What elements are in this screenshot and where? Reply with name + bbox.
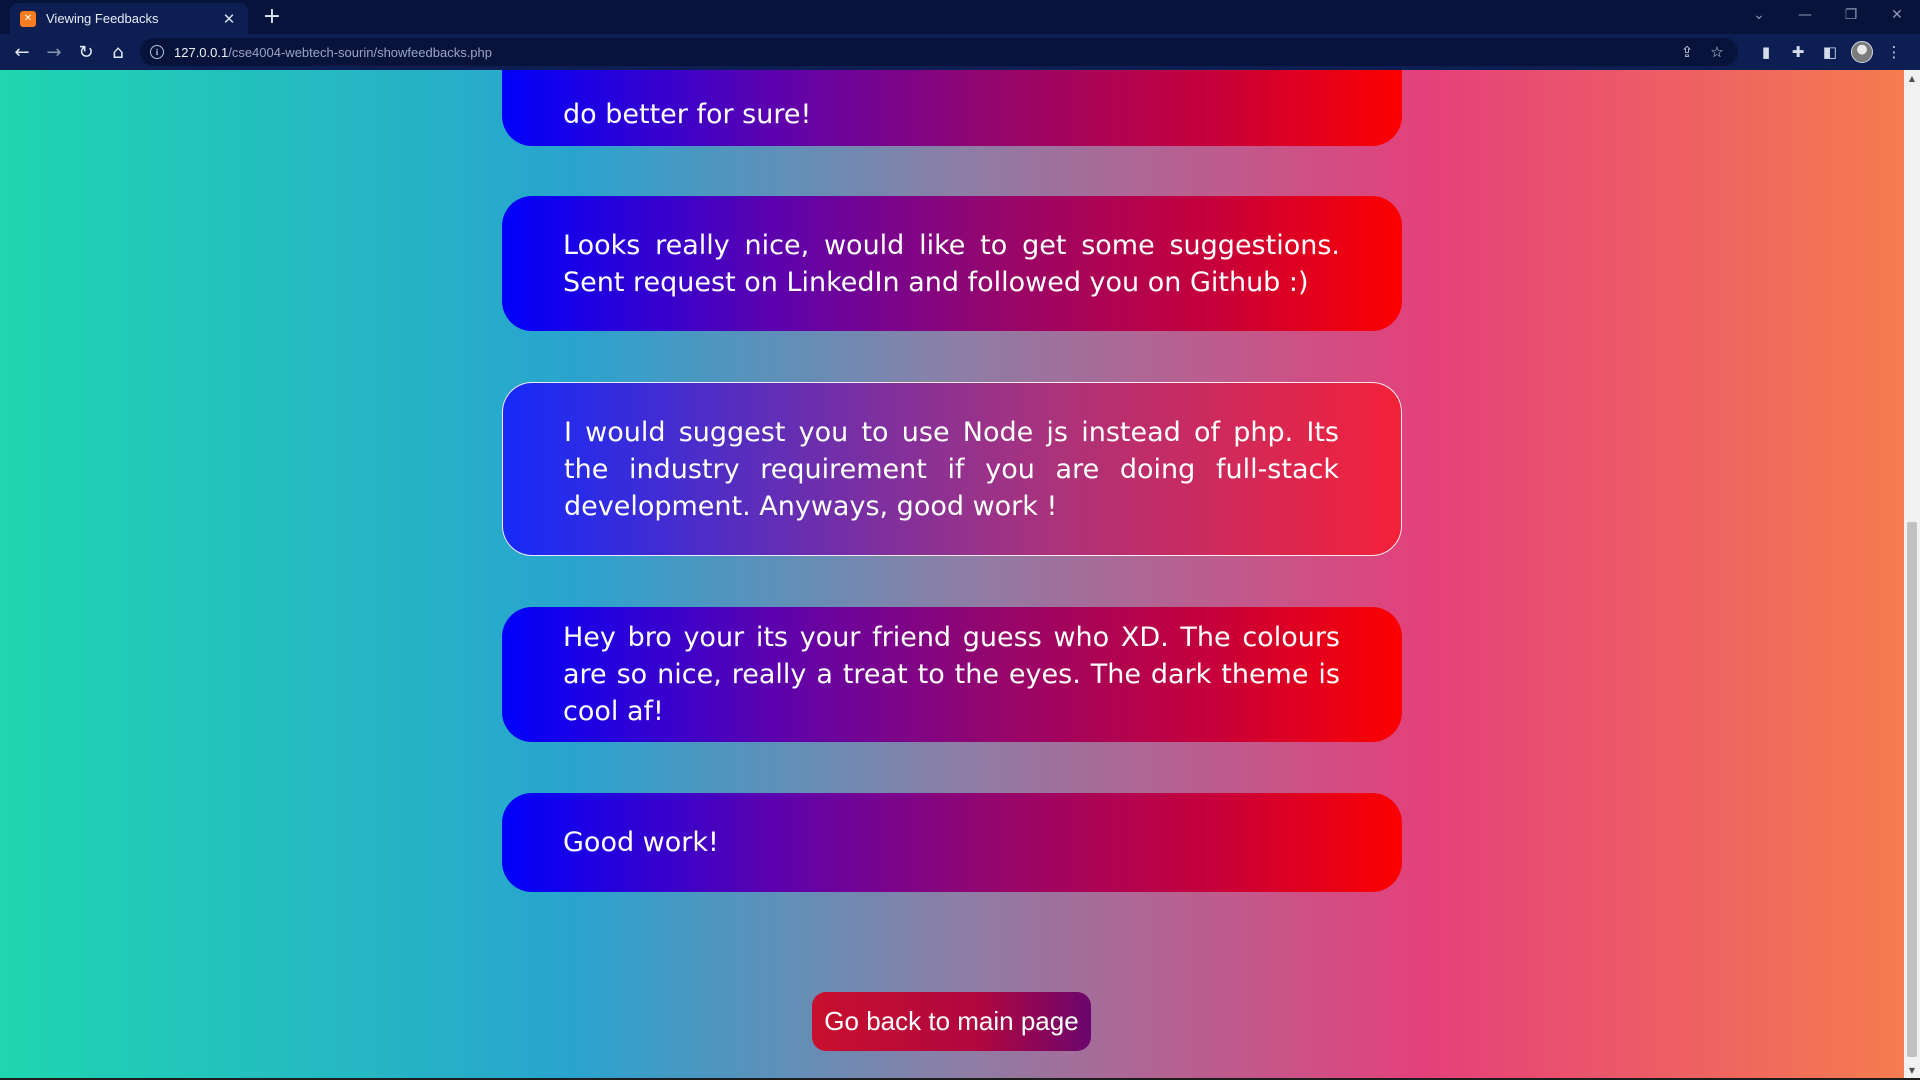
window-controls: ⌄ — ❐ ✕: [1736, 0, 1920, 34]
back-arrow-icon[interactable]: ←: [6, 36, 38, 68]
browser-toolbar: ← → ↻ ⌂ i 127.0.0.1/cse4004-webtech-sour…: [0, 34, 1920, 70]
toolbar-actions: ▮ ✚ ◧ ⋮: [1750, 34, 1910, 70]
site-info-icon[interactable]: i: [150, 45, 164, 59]
puzzle-extensions-icon[interactable]: ✚: [1782, 36, 1814, 68]
avatar: [1851, 41, 1873, 63]
scroll-down-arrow-icon[interactable]: ▼: [1904, 1062, 1920, 1078]
home-icon[interactable]: ⌂: [102, 36, 134, 68]
feedback-text: Good work!: [563, 827, 719, 858]
url-host: 127.0.0.1: [174, 44, 229, 60]
omnibox-actions: ⇪ ☆: [1672, 38, 1732, 66]
vertical-scrollbar[interactable]: ▲ ▼: [1904, 70, 1920, 1078]
forward-arrow-icon[interactable]: →: [38, 36, 70, 68]
reload-icon[interactable]: ↻: [70, 36, 102, 68]
page-viewport: do better for sure! Looks really nice, w…: [0, 70, 1904, 1078]
feedback-text: I would suggest you to use Node js inste…: [564, 416, 1339, 522]
url-path: /cse4004-webtech-sourin/showfeedbacks.ph…: [228, 44, 492, 60]
scroll-up-arrow-icon[interactable]: ▲: [1904, 70, 1920, 86]
close-tab-icon[interactable]: ✕: [220, 10, 238, 28]
xampp-favicon-icon: ✕: [20, 10, 36, 27]
feedback-text: Looks really nice, would like to get som…: [563, 229, 1340, 298]
scrollbar-thumb[interactable]: [1907, 522, 1917, 1057]
browser-tab[interactable]: ✕ Viewing Feedbacks ✕: [10, 3, 248, 34]
share-icon[interactable]: ⇪: [1672, 38, 1702, 66]
minimize-button[interactable]: —: [1782, 0, 1828, 30]
tab-strip: ✕ Viewing Feedbacks ✕ + ⌄ — ❐ ✕: [0, 0, 1920, 34]
feedback-card: Looks really nice, would like to get som…: [502, 196, 1402, 331]
new-tab-button[interactable]: +: [258, 4, 286, 32]
restore-button[interactable]: ❐: [1828, 0, 1874, 30]
feedback-card: Good work!: [502, 793, 1402, 892]
feedback-text: do better for sure!: [563, 99, 812, 130]
go-back-main-page-button[interactable]: Go back to main page: [812, 992, 1091, 1051]
feedback-text: Hey bro your its your friend guess who X…: [563, 622, 1340, 727]
tab-title: Viewing Feedbacks: [46, 11, 159, 26]
menu-kebab-icon[interactable]: ⋮: [1878, 36, 1910, 68]
address-bar[interactable]: i 127.0.0.1/cse4004-webtech-sourin/showf…: [140, 38, 1738, 66]
tab-search-icon[interactable]: ⌄: [1736, 0, 1782, 30]
url-text[interactable]: 127.0.0.1/cse4004-webtech-sourin/showfee…: [174, 45, 492, 60]
profile-avatar[interactable]: [1846, 36, 1878, 68]
feedback-card: do better for sure!: [502, 70, 1402, 146]
extension-icon[interactable]: ▮: [1750, 36, 1782, 68]
feedback-card-hovered: I would suggest you to use Node js inste…: [502, 382, 1402, 556]
feedback-card: Hey bro your its your friend guess who X…: [502, 607, 1402, 742]
close-window-button[interactable]: ✕: [1874, 0, 1920, 30]
bookmark-star-icon[interactable]: ☆: [1702, 38, 1732, 66]
feedback-hidden-line: [563, 70, 1340, 78]
side-panel-icon[interactable]: ◧: [1814, 36, 1846, 68]
